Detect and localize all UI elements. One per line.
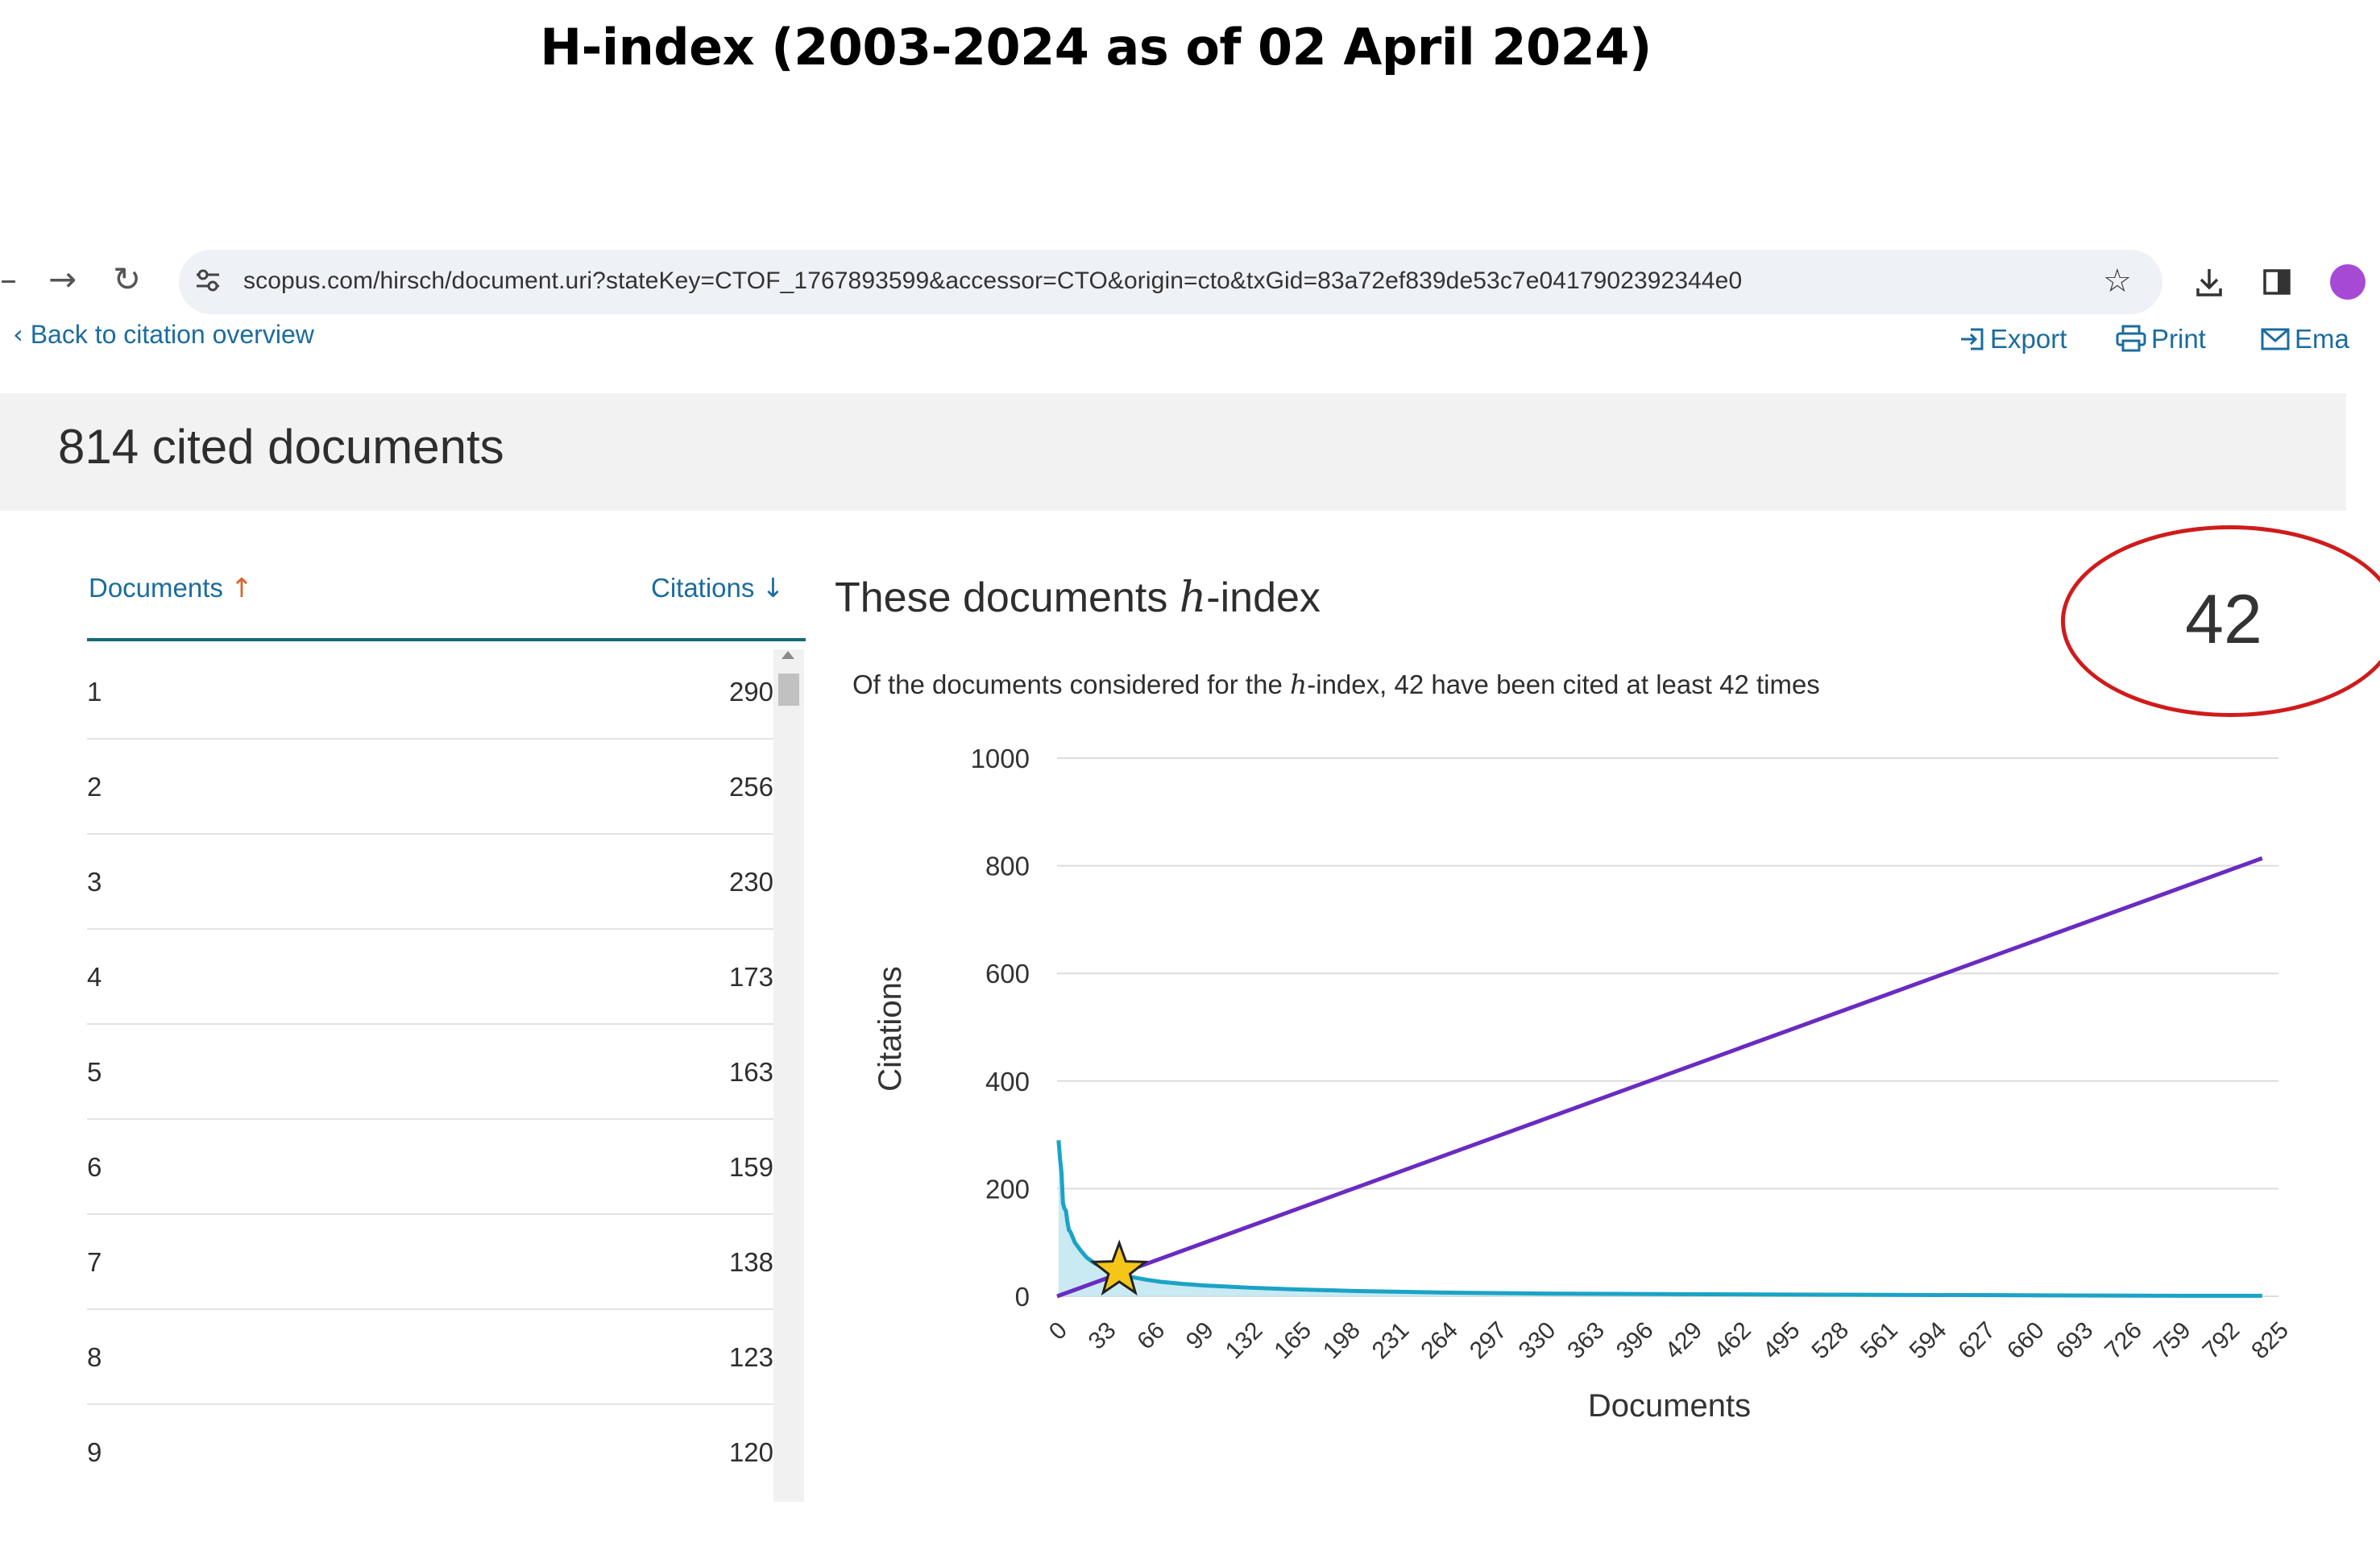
diagonal-line: [1056, 856, 2263, 1299]
citation-area: [1058, 1140, 2262, 1296]
x-tick-label: 495: [1758, 1317, 1806, 1365]
x-tick-label: 66: [1132, 1317, 1170, 1355]
x-tick-label: 792: [2198, 1317, 2245, 1365]
y-tick-label: 0: [1015, 1282, 1030, 1312]
x-tick-label: 330: [1514, 1317, 1561, 1365]
x-tick-label: 462: [1709, 1317, 1756, 1365]
x-tick-label: 0: [1044, 1317, 1072, 1345]
y-tick-label: 400: [985, 1067, 1030, 1096]
x-tick-label: 363: [1562, 1317, 1610, 1365]
citation-curve: [1056, 1140, 2262, 1298]
x-tick-label: 693: [2051, 1317, 2099, 1365]
x-tick-label: 726: [2100, 1317, 2147, 1365]
x-axis-label: Documents: [1588, 1388, 1751, 1424]
x-tick-label: 561: [1855, 1317, 1903, 1365]
y-tick-label: 600: [985, 959, 1030, 989]
h-index-chart: 0 200 400 600 800 1000 0 33 66 99 132 165 198 231 264 2…: [873, 744, 2294, 1424]
x-tick-label: 231: [1367, 1317, 1415, 1365]
x-tick-label: 297: [1465, 1317, 1512, 1365]
x-tick-label: 528: [1806, 1317, 1854, 1365]
x-tick-label: 759: [2149, 1317, 2196, 1365]
x-tick-label: 264: [1416, 1317, 1463, 1365]
y-tick-label: 800: [985, 852, 1030, 881]
x-tick-label: 132: [1221, 1317, 1268, 1365]
x-tick-label: 99: [1181, 1317, 1219, 1355]
x-tick-label: 660: [2002, 1317, 2050, 1365]
x-tick-label: 825: [2246, 1317, 2294, 1365]
x-tick-label: 594: [1905, 1317, 1952, 1365]
y-tick-label: 200: [985, 1174, 1030, 1204]
y-tick-label: 1000: [971, 744, 1030, 773]
x-tick-label: 429: [1661, 1317, 1708, 1365]
x-tick-label: 396: [1611, 1317, 1659, 1365]
x-tick-label: 165: [1269, 1317, 1316, 1365]
y-axis-label: Citations: [873, 966, 908, 1092]
x-tick-label: 198: [1318, 1317, 1366, 1365]
x-tick-label: 627: [1953, 1317, 2001, 1365]
x-tick-label: 33: [1084, 1317, 1122, 1355]
